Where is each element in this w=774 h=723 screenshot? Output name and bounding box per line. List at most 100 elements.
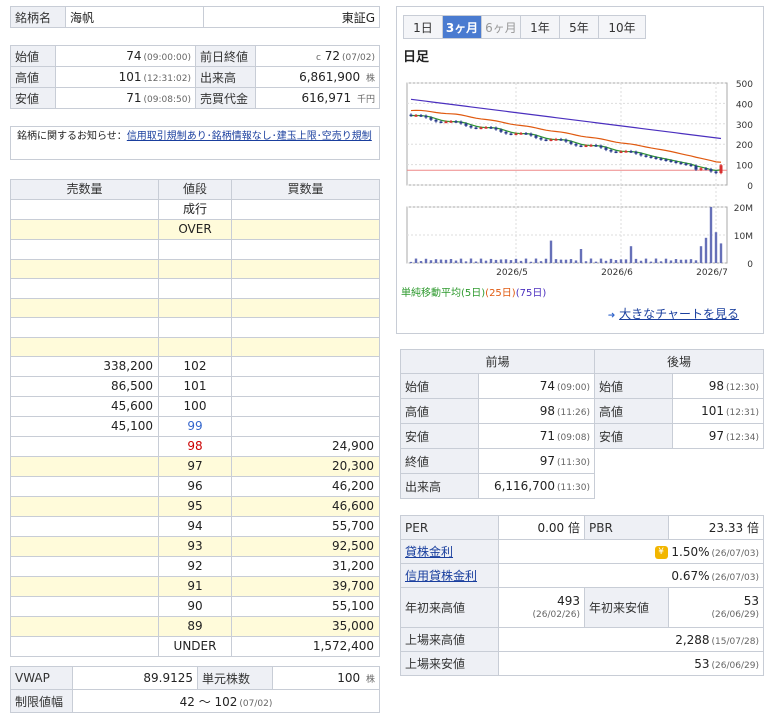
board-sell-qty: [10, 219, 159, 240]
board-price[interactable]: 99: [158, 416, 232, 437]
volume-bar: [414, 258, 418, 263]
volume-bar: [569, 259, 573, 263]
candle-body: [609, 149, 613, 152]
volume-bar: [714, 232, 718, 263]
volume-bar: [609, 258, 613, 263]
volume-bar: [599, 258, 603, 263]
board-price[interactable]: 92: [158, 556, 232, 577]
candle-body: [584, 145, 588, 147]
session-pm-label: 始値: [594, 373, 673, 399]
candle-body: [544, 139, 548, 142]
board-sell-qty: [10, 636, 159, 657]
board-price[interactable]: 95: [158, 496, 232, 517]
ma-legend: 単純移動平均(5日)(25日)(75日): [401, 284, 546, 299]
board-row: 89 35,000: [10, 616, 380, 637]
board-buy-qty: 46,600: [231, 496, 380, 517]
ma-legend-label: 単純移動平均: [401, 288, 461, 299]
board-price[interactable]: 100: [158, 396, 232, 417]
board-price[interactable]: 101: [158, 376, 232, 397]
big-chart-link[interactable]: 大きなチャートを見る: [619, 307, 739, 321]
margin-rate-label[interactable]: 信用貸株金利: [400, 563, 499, 588]
board-sell-qty: [10, 336, 159, 357]
board-buy-qty: [231, 239, 380, 260]
period-tab[interactable]: 3ヶ月: [442, 15, 482, 39]
board-price[interactable]: [158, 258, 232, 279]
session-am-label: 始値: [400, 373, 479, 399]
period-tab[interactable]: 10年: [598, 15, 646, 39]
board-header-sell: 売数量: [10, 179, 159, 200]
board-price[interactable]: [158, 239, 232, 260]
candle-body: [429, 117, 433, 120]
board-price[interactable]: [158, 317, 232, 338]
candle-body: [554, 139, 558, 141]
board-price[interactable]: [158, 278, 232, 299]
board-row: [10, 317, 380, 338]
session-empty: [595, 449, 764, 474]
board-price[interactable]: UNDER: [158, 636, 232, 657]
period-tab[interactable]: 6ヶ月: [481, 15, 521, 39]
volume-bar: [499, 259, 503, 263]
big-chart-link-wrap: ➜ 大きなチャートを見る: [608, 305, 739, 322]
board-price[interactable]: 96: [158, 476, 232, 497]
price-tick-label: 300: [736, 121, 753, 131]
volume-tick-label: 10M: [734, 232, 753, 242]
candle-body: [694, 165, 698, 170]
session-row: 終値 97 (11:30): [400, 448, 764, 474]
volume-bar: [559, 259, 563, 263]
listed-low-value: 53 (26/06/29): [498, 651, 764, 676]
board-price[interactable]: 成行: [158, 199, 232, 220]
board-buy-qty: 39,700: [231, 576, 380, 597]
price-tick-label: 400: [736, 100, 753, 110]
candle-body: [579, 145, 583, 148]
volume-bar: [479, 258, 483, 263]
volume-bar: [629, 246, 633, 263]
board-price[interactable]: 94: [158, 516, 232, 537]
candle-body: [674, 161, 678, 164]
notice-link[interactable]: 信用取引規制あり･銘柄情報なし･建玉上限･空売り規制: [127, 131, 372, 142]
board-price[interactable]: 97: [158, 456, 232, 477]
board-price[interactable]: 102: [158, 356, 232, 377]
candle-body: [489, 127, 493, 129]
period-tab[interactable]: 1日: [403, 15, 443, 39]
x-tick-label: 2026/7: [696, 268, 728, 278]
period-tab[interactable]: 1年: [520, 15, 560, 39]
candle-body: [409, 114, 413, 117]
volume-bar: [419, 261, 423, 263]
board-price[interactable]: 90: [158, 596, 232, 617]
board-price[interactable]: [158, 336, 232, 357]
candle-body: [594, 145, 598, 147]
ytd-low-value: 53 (26/06/29): [668, 587, 764, 628]
board-price[interactable]: OVER: [158, 219, 232, 240]
volume-tick-label: 0: [747, 260, 753, 270]
lending-rate-label[interactable]: 貸株金利: [400, 539, 499, 564]
session-pm-value: 97 (12:34): [672, 423, 764, 449]
volume-bar: [524, 258, 528, 263]
board-sell-qty: [10, 616, 159, 637]
volume-bar: [669, 260, 673, 263]
turnover-label: 売買代金: [195, 87, 256, 109]
board-price[interactable]: 98: [158, 436, 232, 457]
price-tick-label: 500: [736, 80, 753, 90]
volume-bar: [674, 259, 678, 263]
volume-bar: [539, 261, 543, 263]
volume-bar: [659, 261, 663, 263]
volume-bar: [719, 243, 723, 263]
board-price[interactable]: 89: [158, 616, 232, 637]
board-sell-qty: [10, 576, 159, 597]
session-am-label: 終値: [400, 448, 479, 474]
ytd-high-value: 493 (26/02/26): [498, 587, 585, 628]
board-buy-qty: [231, 416, 380, 437]
candle-body: [564, 139, 568, 142]
period-tab[interactable]: 5年: [559, 15, 599, 39]
board-price[interactable]: [158, 297, 232, 318]
session-am-value: 6,116,700 (11:30): [478, 473, 595, 499]
margin-rate-value: 0.67% (26/07/03): [498, 563, 764, 588]
listed-low-label: 上場来安値: [400, 651, 499, 676]
volume-bar: [694, 260, 698, 263]
session-pm-value: 98 (12:30): [672, 373, 764, 399]
board-price[interactable]: 93: [158, 536, 232, 557]
notice-box: 銘柄に関するお知らせ：信用取引規制あり･銘柄情報なし･建玉上限･空売り規制: [10, 126, 380, 160]
board-price[interactable]: 91: [158, 576, 232, 597]
candle-body: [659, 158, 663, 160]
volume-bar: [614, 260, 618, 263]
